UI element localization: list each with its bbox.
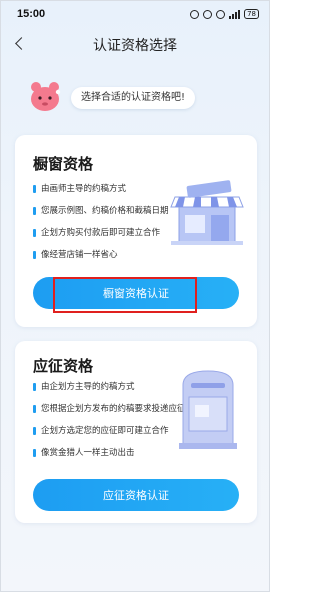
list-item: 企划方选定您的应征即可建立合作 [33,425,186,437]
mascot-icon [31,82,61,111]
status-time: 15:00 [17,8,46,20]
application-certification-button[interactable]: 应征资格认证 [33,479,239,511]
mute-icon [203,9,213,19]
application-card: 应征资格 由企划方主导的约稿方式 您根据企划方发布的约稿要求投递应征 企划方选定… [15,341,257,523]
battery-icon: 78 [244,9,259,19]
alarm-icon [190,9,200,19]
showcase-certification-button[interactable]: 橱窗资格认证 [33,277,239,309]
status-bar: 15:00 78 [1,1,269,27]
wifi-icon [216,9,226,19]
card-title: 应征资格 [33,357,94,375]
intro-banner: 选择合适的认证资格吧! [25,77,225,117]
list-item: 像赏金猎人一样主动出击 [33,447,186,459]
feature-list: 由画师主导的约稿方式 您展示例图、约稿价格和截稿日期 企划方购买付款后即可建立合… [33,183,169,271]
status-icons: 78 [190,9,259,19]
mailbox-icon [179,370,237,449]
list-item: 您展示例图、约稿价格和截稿日期 [33,205,169,217]
nav-bar: 认证资格选择 [1,27,269,63]
intro-text: 选择合适的认证资格吧! [71,87,196,109]
list-item: 由画师主导的约稿方式 [33,183,169,195]
feature-list: 由企划方主导的约稿方式 您根据企划方发布的约稿要求投递应征 企划方选定您的应征即… [33,381,186,469]
showcase-card: 橱窗资格 由画师主导的约稿方式 您展示例图、约稿价格和截稿日期 企划方购买付款后… [15,135,257,327]
page-title: 认证资格选择 [93,38,177,54]
list-item: 像经营店铺一样省心 [33,249,169,261]
card-title: 橱窗资格 [33,155,94,173]
storefront-icon [170,180,244,245]
back-arrow-icon[interactable] [11,35,29,53]
list-item: 由企划方主导的约稿方式 [33,381,186,393]
list-item: 您根据企划方发布的约稿要求投递应征 [33,403,186,415]
list-item: 企划方购买付款后即可建立合作 [33,227,169,239]
signal-icon [229,9,241,19]
phone-screen: 15:00 78 认证资格选择 选择合适的认证资格吧! 橱窗资格 由画师主导的约… [0,0,270,592]
